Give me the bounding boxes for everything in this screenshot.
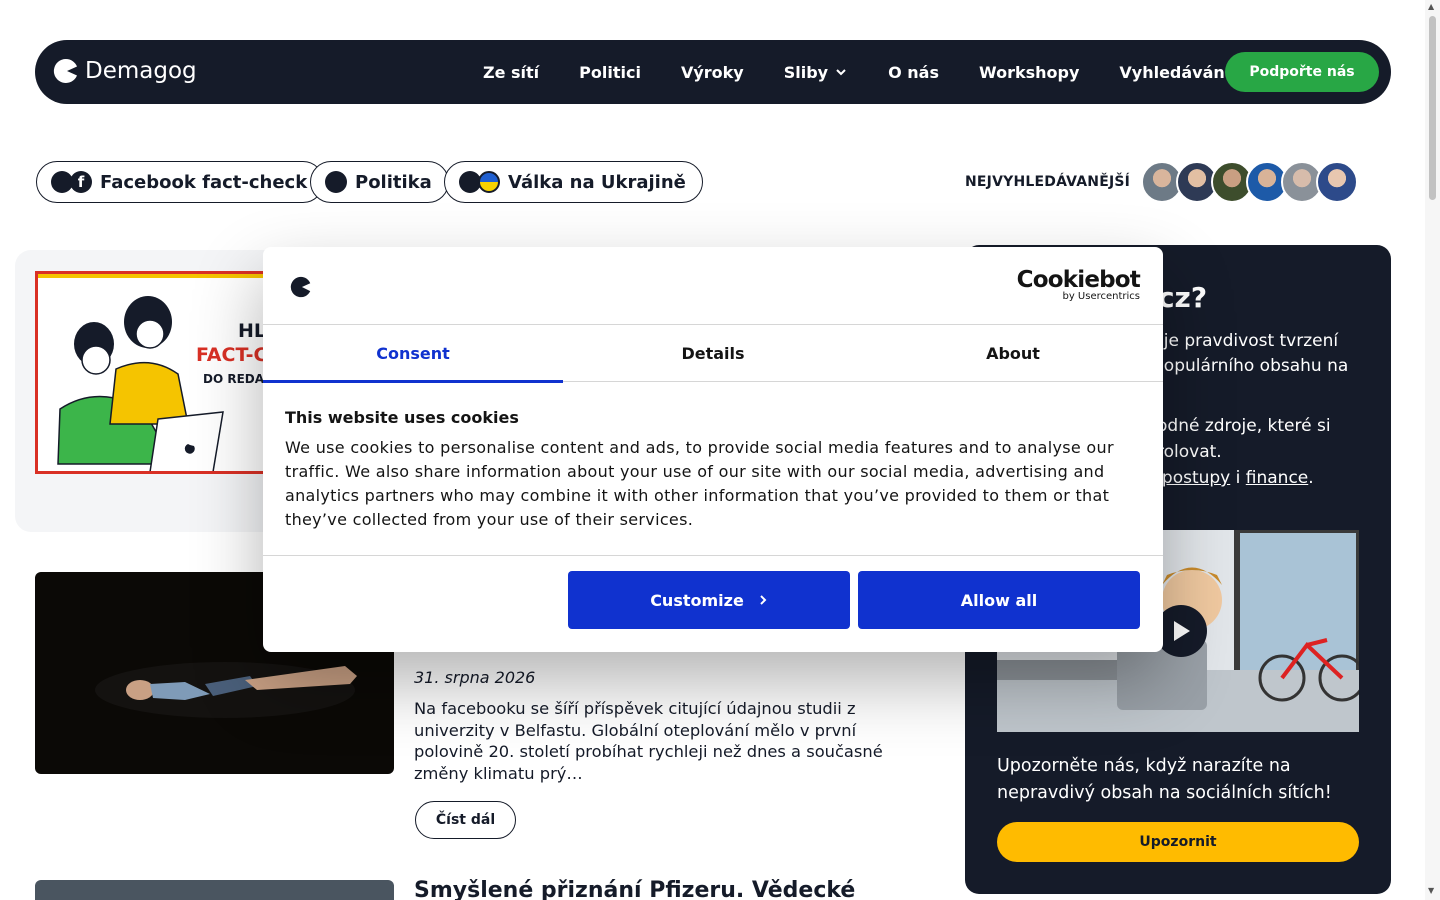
read-more-button[interactable]: Číst dál	[415, 801, 516, 839]
nav-link-o-nas[interactable]: O nás	[888, 63, 939, 82]
panel-paragraph: odné zdroje, které si rolovat. ní postup…	[1141, 413, 1440, 491]
politician-avatars	[1141, 161, 1358, 203]
nav-links: Ze sítí Politici Výroky Sliby O nás Work…	[483, 40, 1294, 104]
nav-link-search-label: Vyhledávání	[1119, 62, 1231, 82]
panel-text-links: ní postupy i finance.	[1141, 465, 1440, 491]
allow-all-button[interactable]: Allow all	[858, 571, 1140, 629]
report-prompt: Upozorněte nás, když narazíte na nepravd…	[997, 756, 1332, 803]
topic-valka-na-ukrajine[interactable]: Válka na Ukrajině	[444, 161, 703, 203]
article-excerpt: Na facebooku se šíří příspěvek citující …	[414, 699, 883, 784]
cookiebot-logo[interactable]: Cookiebot by Usercentrics	[1016, 267, 1141, 302]
panel-paragraph: uje pravdivost tvrzení populárního obsah…	[1153, 331, 1349, 376]
topic-facebook-fact-check[interactable]: f Facebook fact-check	[36, 161, 325, 203]
link-finance[interactable]: finance	[1246, 468, 1308, 488]
scroll-up-icon[interactable]: ▲	[1428, 2, 1434, 11]
tab-consent[interactable]: Consent	[263, 325, 563, 383]
demagog-logo-icon	[290, 276, 311, 298]
topic-label: Facebook fact-check	[100, 171, 308, 193]
topic-politika[interactable]: Politika	[310, 161, 449, 203]
panel-text: odné zdroje, které si	[1157, 416, 1331, 436]
link-postupy[interactable]: postupy	[1162, 468, 1230, 488]
banner-text: DO REDA	[203, 372, 265, 386]
pill-icons: f	[51, 171, 92, 193]
scrollbar-thumb[interactable]	[1429, 16, 1436, 200]
cookie-dialog-header: Cookiebot by Usercentrics	[263, 247, 1163, 325]
ukraine-flag-icon	[478, 171, 500, 193]
most-searched-label: NEJVYHLEDÁVANĚJŠÍ	[965, 174, 1131, 190]
nav-link-sliby-label: Sliby	[783, 62, 829, 82]
tab-details[interactable]: Details	[563, 325, 863, 382]
pill-icons	[325, 171, 347, 193]
play-icon	[1174, 621, 1190, 641]
cookie-title: This website uses cookies	[285, 408, 519, 427]
nav-link-sliby[interactable]: Sliby	[784, 63, 848, 82]
cookie-consent-dialog: Cookiebot by Usercentrics Consent Detail…	[263, 247, 1163, 652]
cookie-description: We use cookies to personalise content an…	[285, 438, 1114, 529]
cookiebot-name: Cookiebot	[1016, 267, 1141, 293]
demagog-logo-icon	[53, 58, 77, 83]
main-navigation: Demagog Ze sítí Politici Výroky Sliby O …	[35, 40, 1391, 104]
cookiebot-byline: by Usercentrics	[1062, 291, 1140, 302]
pill-icons	[459, 171, 500, 193]
brand-name: Demagog	[85, 58, 197, 84]
chevron-right-icon	[760, 595, 767, 605]
featured-banner-image[interactable]: HL FACT-C DO REDA	[35, 271, 275, 474]
divider	[263, 555, 1163, 556]
brand-logo[interactable]: Demagog	[53, 58, 197, 84]
cookie-tabs: Consent Details About	[263, 325, 1163, 383]
politician-avatar[interactable]	[1316, 161, 1358, 203]
banner-text: FACT-C	[196, 344, 268, 366]
nav-link-politici[interactable]: Politici	[579, 63, 641, 82]
notify-button[interactable]: Upozornit	[997, 822, 1359, 862]
banner-text: HL	[238, 320, 267, 342]
support-button[interactable]: Podpořte nás	[1225, 52, 1379, 92]
article-title[interactable]: Smyšlené přiznání Pfizeru. Vědecké	[414, 878, 855, 900]
scroll-down-icon[interactable]: ▼	[1428, 886, 1434, 895]
panel-text: .	[1308, 468, 1314, 488]
nav-link-ze-siti[interactable]: Ze sítí	[483, 63, 539, 82]
page-scrollbar[interactable]: ▲ ▼	[1425, 0, 1440, 900]
panel-text: rolovat.	[1157, 442, 1222, 462]
tab-about[interactable]: About	[863, 325, 1163, 382]
chevron-down-icon	[836, 69, 846, 76]
topic-label: Politika	[355, 171, 432, 193]
customize-label: Customize	[650, 590, 744, 610]
facebook-icon: f	[70, 171, 92, 193]
customize-button[interactable]: Customize	[568, 571, 850, 629]
panel-text: i	[1230, 468, 1246, 488]
article-thumbnail[interactable]	[35, 880, 394, 900]
topic-label: Válka na Ukrajině	[508, 171, 686, 193]
demagog-logo-icon	[325, 171, 347, 193]
nav-link-workshopy[interactable]: Workshopy	[979, 63, 1079, 82]
article-date: 31. srpna 2026	[414, 668, 536, 687]
nav-link-vyroky[interactable]: Výroky	[681, 63, 744, 82]
